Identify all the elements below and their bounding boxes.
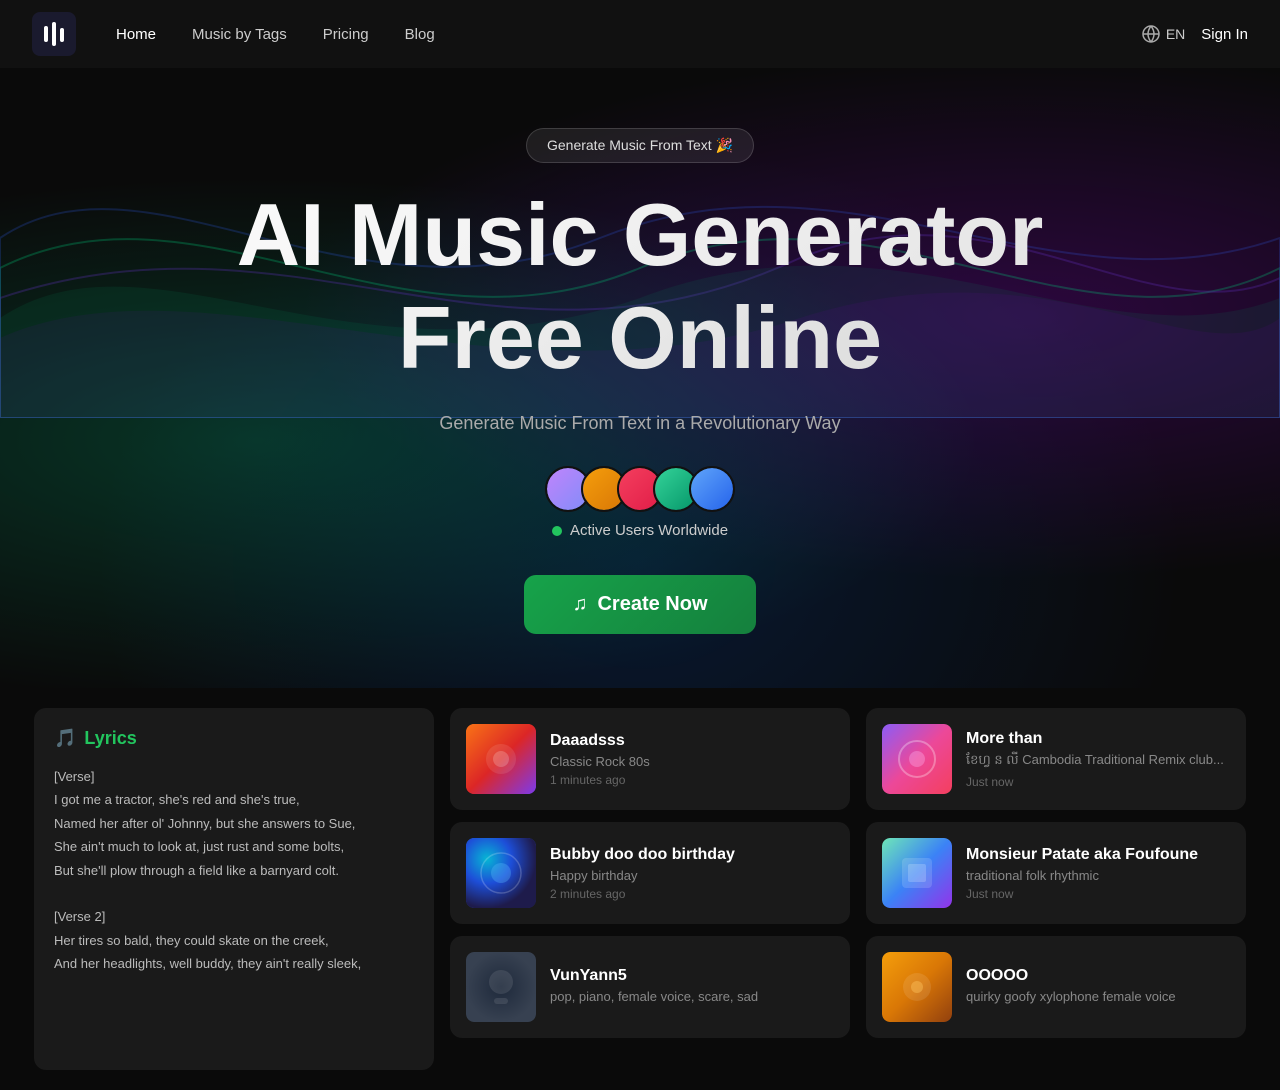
music-time-1: 1 minutes ago	[550, 773, 834, 787]
hero-badge-text: Generate Music From Text 🎉	[547, 137, 733, 154]
lyrics-title: Lyrics	[84, 728, 136, 749]
music-title-4: More than	[966, 730, 1230, 748]
language-label: EN	[1166, 26, 1185, 42]
content-section: Daaadsss Classic Rock 80s 1 minutes ago	[10, 688, 1270, 1090]
hero-subtitle: Generate Music From Text in a Revolution…	[20, 413, 1260, 434]
music-info-6: OOOOO quirky goofy xylophone female voic…	[966, 967, 1230, 1008]
nav-right: EN Sign In	[1142, 25, 1248, 43]
avatar-5	[689, 466, 735, 512]
music-genre-6: quirky goofy xylophone female voice	[966, 989, 1230, 1004]
sign-in-button[interactable]: Sign In	[1201, 26, 1248, 43]
music-card-3[interactable]: VunYann5 pop, piano, female voice, scare…	[450, 936, 850, 1038]
lyrics-icon: 🎵	[54, 728, 76, 749]
music-note-icon: ♫	[572, 593, 587, 616]
lyrics-content: [Verse] I got me a tractor, she's red an…	[54, 765, 414, 976]
music-title-2: Bubby doo doo birthday	[550, 846, 834, 864]
hero-title-line2: Free Online	[20, 287, 1260, 389]
hero-content: Generate Music From Text 🎉 AI Music Gene…	[20, 128, 1260, 634]
music-card-6[interactable]: OOOOO quirky goofy xylophone female voic…	[866, 936, 1246, 1038]
music-info-5: Monsieur Patate aka Foufoune traditional…	[966, 846, 1230, 901]
nav-music-by-tags[interactable]: Music by Tags	[192, 26, 287, 43]
music-info-4: More than ខែហ្វ ន លី Cambodia Traditiona…	[966, 730, 1230, 789]
nav-links: Home Music by Tags Pricing Blog	[116, 26, 1142, 43]
music-info-1: Daaadsss Classic Rock 80s 1 minutes ago	[550, 732, 834, 787]
music-genre-2: Happy birthday	[550, 868, 834, 883]
lyrics-header: 🎵 Lyrics	[54, 728, 414, 749]
hero-section: Generate Music From Text 🎉 AI Music Gene…	[0, 68, 1280, 688]
nav-pricing[interactable]: Pricing	[323, 26, 369, 43]
music-info-2: Bubby doo doo birthday Happy birthday 2 …	[550, 846, 834, 901]
nav-blog[interactable]: Blog	[405, 26, 435, 43]
music-genre-1: Classic Rock 80s	[550, 754, 834, 769]
active-users-row: Active Users Worldwide	[20, 522, 1260, 539]
navbar: Home Music by Tags Pricing Blog EN Sign …	[0, 0, 1280, 68]
music-thumb-3	[466, 952, 536, 1022]
music-genre-3: pop, piano, female voice, scare, sad	[550, 989, 834, 1004]
music-title-1: Daaadsss	[550, 732, 834, 750]
nav-home[interactable]: Home	[116, 26, 156, 43]
music-thumb-4	[882, 724, 952, 794]
hero-title-line1: AI Music Generator	[20, 191, 1260, 279]
music-genre-4: ខែហ្វ ន លី Cambodia Traditional Remix cl…	[966, 752, 1230, 771]
online-indicator	[552, 526, 562, 536]
music-thumb-2	[466, 838, 536, 908]
music-title-6: OOOOO	[966, 967, 1230, 985]
music-genre-5: traditional folk rhythmic	[966, 868, 1230, 883]
logo[interactable]	[32, 12, 76, 56]
music-card-1[interactable]: Daaadsss Classic Rock 80s 1 minutes ago	[450, 708, 850, 810]
user-avatars	[20, 466, 1260, 512]
language-selector[interactable]: EN	[1142, 25, 1185, 43]
music-thumb-5	[882, 838, 952, 908]
music-title-3: VunYann5	[550, 967, 834, 985]
hero-badge[interactable]: Generate Music From Text 🎉	[526, 128, 754, 163]
music-time-5: Just now	[966, 887, 1230, 901]
music-card-5[interactable]: Monsieur Patate aka Foufoune traditional…	[866, 822, 1246, 924]
lyrics-panel: 🎵 Lyrics [Verse] I got me a tractor, she…	[34, 708, 434, 1070]
cards-left-column: Daaadsss Classic Rock 80s 1 minutes ago	[450, 708, 850, 1038]
music-thumb-6	[882, 952, 952, 1022]
active-users-label: Active Users Worldwide	[570, 522, 728, 539]
music-time-4: Just now	[966, 775, 1230, 789]
music-time-2: 2 minutes ago	[550, 887, 834, 901]
create-btn-label: Create Now	[597, 593, 707, 616]
music-title-5: Monsieur Patate aka Foufoune	[966, 846, 1230, 864]
cards-right-column: More than ខែហ្វ ន លី Cambodia Traditiona…	[866, 708, 1246, 1038]
music-card-4[interactable]: More than ខែហ្វ ន លី Cambodia Traditiona…	[866, 708, 1246, 810]
music-thumb-1	[466, 724, 536, 794]
music-card-2[interactable]: Bubby doo doo birthday Happy birthday 2 …	[450, 822, 850, 924]
music-info-3: VunYann5 pop, piano, female voice, scare…	[550, 967, 834, 1008]
create-now-button[interactable]: ♫ Create Now	[524, 575, 755, 634]
